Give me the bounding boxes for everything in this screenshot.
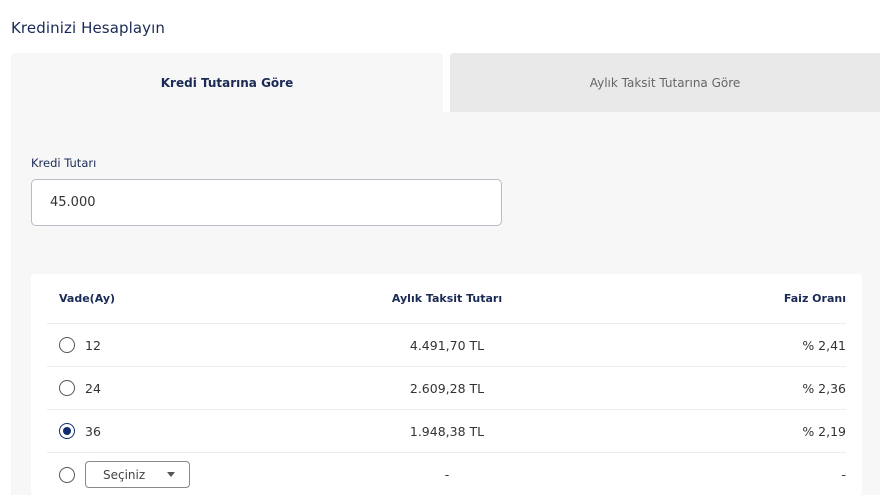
installment-amount: 1.948,38 TL bbox=[409, 423, 485, 439]
interest-rate: % 2,36 bbox=[802, 380, 846, 396]
calculation-tabs: Kredi Tutarına Göre Aylık Taksit Tutarın… bbox=[11, 53, 880, 112]
caret-down-icon bbox=[167, 472, 175, 477]
term-value: 24 bbox=[85, 380, 101, 396]
table-header: Vade(Ay) Aylık Taksit Tutarı Faiz Oranı bbox=[47, 274, 846, 324]
tab-loan-amount[interactable]: Kredi Tutarına Göre bbox=[11, 53, 443, 112]
table-row[interactable]: 36 1.948,38 TL % 2,19 bbox=[47, 410, 846, 453]
loan-amount-input[interactable] bbox=[31, 179, 502, 226]
term-radio-12[interactable] bbox=[59, 337, 75, 353]
interest-rate: % 2,41 bbox=[802, 337, 846, 353]
table-row[interactable]: 12 4.491,70 TL % 2,41 bbox=[47, 324, 846, 367]
installment-table: Vade(Ay) Aylık Taksit Tutarı Faiz Oranı … bbox=[31, 274, 862, 495]
interest-rate: % 2,19 bbox=[802, 423, 846, 439]
calculator-panel: Kredi Tutarı Vade(Ay) Aylık Taksit Tutar… bbox=[11, 112, 880, 495]
installment-amount: 4.491,70 TL bbox=[409, 337, 485, 353]
installment-amount: - bbox=[444, 467, 450, 482]
header-vade: Vade(Ay) bbox=[59, 292, 116, 305]
header-taksit: Aylık Taksit Tutarı bbox=[391, 292, 503, 305]
term-select-label: Seçiniz bbox=[103, 467, 146, 482]
term-radio-24[interactable] bbox=[59, 380, 75, 396]
interest-rate: - bbox=[841, 467, 846, 482]
installment-amount: 2.609,28 TL bbox=[409, 380, 485, 396]
tab-monthly-installment[interactable]: Aylık Taksit Tutarına Göre bbox=[450, 53, 880, 112]
loan-amount-label: Kredi Tutarı bbox=[31, 156, 97, 170]
term-value: 12 bbox=[85, 337, 101, 353]
term-radio-custom[interactable] bbox=[59, 466, 75, 483]
term-select[interactable]: Seçiniz bbox=[85, 461, 190, 488]
term-value: 36 bbox=[85, 423, 101, 439]
term-radio-36[interactable] bbox=[59, 423, 75, 439]
table-row[interactable]: 24 2.609,28 TL % 2,36 bbox=[47, 367, 846, 410]
page-title: Kredinizi Hesaplayın bbox=[11, 19, 166, 37]
table-row-custom[interactable]: Seçiniz - - bbox=[47, 453, 846, 496]
header-faiz: Faiz Oranı bbox=[783, 292, 846, 305]
radio-selected-dot bbox=[63, 427, 71, 435]
